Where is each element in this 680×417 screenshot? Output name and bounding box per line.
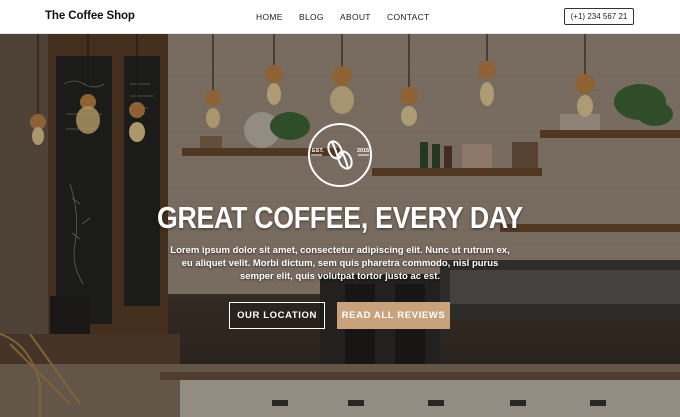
logo-year-text: 2015 — [357, 148, 369, 154]
coffee-bean-logo-icon: EST. 2015 — [308, 123, 372, 187]
nav-link-about[interactable]: ABOUT — [340, 12, 371, 22]
phone-button[interactable]: (+1) 234 567 21 — [564, 8, 634, 25]
nav-link-contact[interactable]: CONTACT — [387, 12, 430, 22]
hero-subtext: Lorem ipsum dolor sit amet, consectetur … — [170, 245, 510, 282]
hero-section: EST. 2015 GREAT COFFEE, EVERY DAY Lorem … — [0, 34, 680, 417]
our-location-button[interactable]: OUR LOCATION — [229, 302, 325, 329]
nav-link-home[interactable]: HOME — [256, 12, 283, 22]
read-all-reviews-button[interactable]: READ ALL REVIEWS — [337, 302, 450, 329]
nav-link-blog[interactable]: BLOG — [299, 12, 324, 22]
hero-headline: GREAT COFFEE, EVERY DAY — [157, 200, 523, 235]
top-navbar: The Coffee Shop HOME BLOG ABOUT CONTACT … — [0, 0, 680, 34]
logo-est-text: EST. — [312, 148, 324, 154]
